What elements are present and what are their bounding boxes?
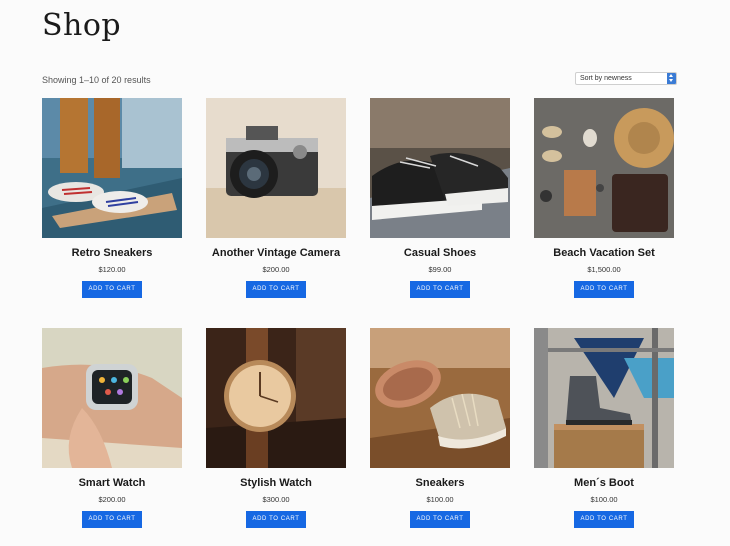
sort-select-value: Sort by newness: [580, 75, 632, 82]
product-price: $99.00: [428, 265, 452, 274]
product-image-sneakers[interactable]: [370, 328, 510, 468]
add-to-cart-button[interactable]: ADD TO CART: [82, 511, 142, 528]
product-image-casual-shoes[interactable]: [370, 98, 510, 238]
product-price: $1,500.00: [587, 265, 621, 274]
product-card: Retro Sneakers $120.00 ADD TO CART: [42, 98, 182, 298]
product-price: $120.00: [98, 265, 126, 274]
product-card: Casual Shoes $99.00 ADD TO CART: [370, 98, 510, 298]
product-image-smart-watch[interactable]: [42, 328, 182, 468]
add-to-cart-button[interactable]: ADD TO CART: [246, 281, 306, 298]
product-card: Men´s Boot $100.00 ADD TO CART: [534, 328, 674, 528]
product-price: $300.00: [262, 495, 290, 504]
product-card: Stylish Watch $300.00 ADD TO CART: [206, 328, 346, 528]
product-name[interactable]: Smart Watch: [42, 476, 182, 490]
product-card: Sneakers $100.00 ADD TO CART: [370, 328, 510, 528]
product-image-vintage-camera[interactable]: [206, 98, 346, 238]
product-name[interactable]: Sneakers: [370, 476, 510, 490]
product-image-retro-sneakers[interactable]: [42, 98, 182, 238]
product-price: $200.00: [262, 265, 290, 274]
product-price: $200.00: [98, 495, 126, 504]
select-arrows-icon[interactable]: [667, 73, 676, 84]
product-image-stylish-watch[interactable]: [206, 328, 346, 468]
product-name[interactable]: Men´s Boot: [534, 476, 674, 490]
add-to-cart-button[interactable]: ADD TO CART: [574, 511, 634, 528]
add-to-cart-button[interactable]: ADD TO CART: [410, 281, 470, 298]
product-card: Beach Vacation Set $1,500.00 ADD TO CART: [534, 98, 674, 298]
product-card: Another Vintage Camera $200.00 ADD TO CA…: [206, 98, 346, 298]
product-image-beach-vacation-set[interactable]: [534, 98, 674, 238]
product-price: $100.00: [426, 495, 454, 504]
page-title: Shop: [42, 8, 122, 43]
product-price: $100.00: [590, 495, 618, 504]
product-name[interactable]: Casual Shoes: [370, 246, 510, 260]
add-to-cart-button[interactable]: ADD TO CART: [246, 511, 306, 528]
product-name[interactable]: Retro Sneakers: [42, 246, 182, 260]
add-to-cart-button[interactable]: ADD TO CART: [82, 281, 142, 298]
product-name[interactable]: Beach Vacation Set: [534, 246, 674, 260]
product-image-mens-boot[interactable]: [534, 328, 674, 468]
add-to-cart-button[interactable]: ADD TO CART: [410, 511, 470, 528]
result-count: Showing 1–10 of 20 results: [42, 75, 151, 85]
product-name[interactable]: Stylish Watch: [206, 476, 346, 490]
add-to-cart-button[interactable]: ADD TO CART: [574, 281, 634, 298]
sort-select[interactable]: Sort by newness: [575, 72, 677, 85]
product-name[interactable]: Another Vintage Camera: [206, 246, 346, 260]
product-card: Smart Watch $200.00 ADD TO CART: [42, 328, 182, 528]
